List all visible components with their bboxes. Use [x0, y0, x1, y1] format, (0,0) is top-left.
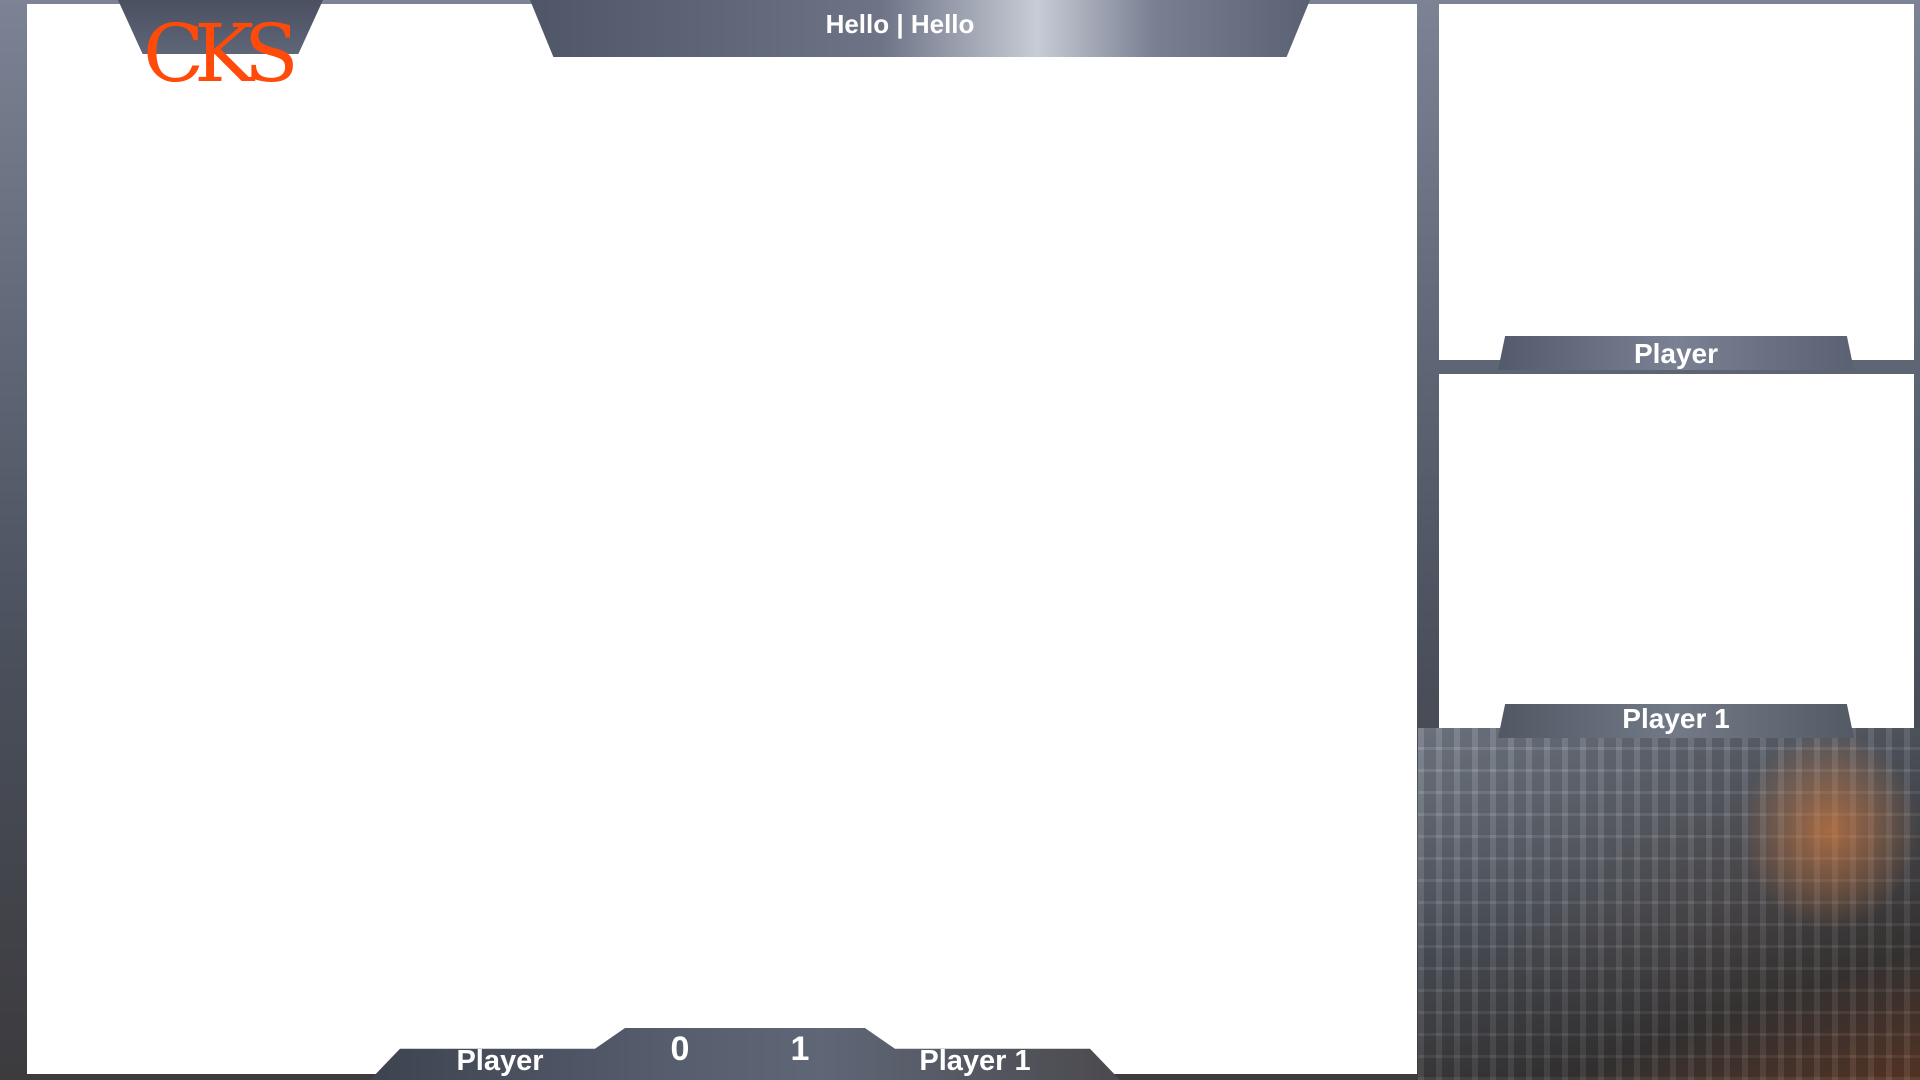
cks-logo: CKS: [143, 6, 299, 106]
player1-name: Player: [456, 1045, 544, 1077]
side-camera-frame-2: [1439, 374, 1914, 728]
background-glow: [1740, 730, 1920, 930]
player2-name: Player 1: [919, 1045, 1031, 1077]
main-camera-frame: [27, 4, 1417, 1074]
player2-score: 1: [790, 1030, 810, 1068]
side-cam-1-label: Player: [1633, 338, 1719, 369]
player1-score: 0: [670, 1030, 690, 1068]
side-cam-2-label: Player 1: [1622, 703, 1730, 734]
logo-text: CKS: [143, 7, 299, 100]
stream-title: Hello | Hello: [825, 9, 975, 39]
side-camera-frame-1: [1439, 4, 1914, 360]
stream-overlay: CKS Hello | Hello Player Player 1 Player…: [0, 0, 1920, 1080]
